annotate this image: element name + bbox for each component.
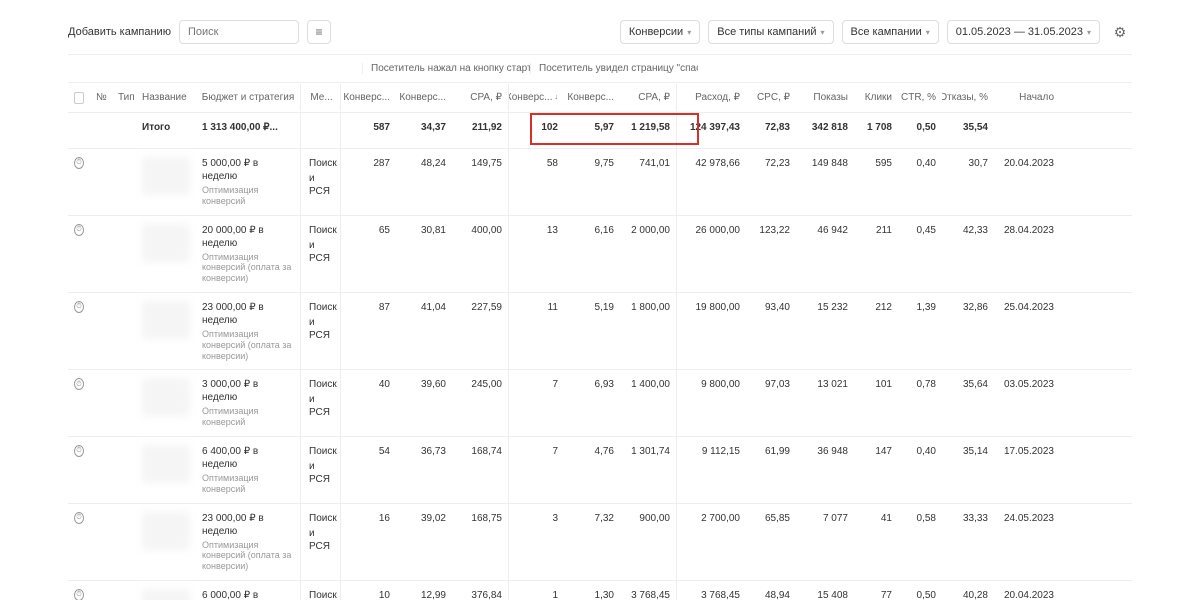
budget-cell: 23 000,00 ₽ в неделюОптимизация конверси… xyxy=(196,293,300,369)
clock-icon: ⏱ xyxy=(74,157,84,169)
table-header-row: № Тип Название Бюджет и стратегия Ме... … xyxy=(68,83,1132,113)
settings-button[interactable]: ⚙ xyxy=(1108,20,1132,44)
table-row[interactable]: ⏱ 6 400,00 ₽ в неделюОптимизация конверси… xyxy=(68,437,1132,504)
group-header-goal1: Посетитель нажал на кнопку стартов... xyxy=(362,63,530,74)
table-row[interactable]: ⏱ 20 000,00 ₽ в неделюОптимизация конверс… xyxy=(68,216,1132,293)
col-start[interactable]: Начало xyxy=(994,84,1062,111)
clock-icon: ⏱ xyxy=(74,445,84,457)
col-budget[interactable]: Бюджет и стратегия xyxy=(196,84,300,111)
col-conv1[interactable]: Конверс... xyxy=(340,84,396,111)
sliders-icon: ≡ xyxy=(315,25,322,39)
places-cell: Поиски РСЯ xyxy=(300,581,340,600)
budget-cell: 5 000,00 ₽ в неделюОптимизация конверсий xyxy=(196,149,300,215)
table-row[interactable]: ⏱ 6 000,00 ₽ в неделюОптимизация конверси… xyxy=(68,581,1132,600)
campaign-name[interactable] xyxy=(136,437,196,503)
col-bounce[interactable]: Отказы, % xyxy=(942,84,994,111)
col-spend[interactable]: Расход, ₽ xyxy=(676,84,746,111)
places-cell: Поиски РСЯ xyxy=(300,293,340,369)
row-status: ⏱ xyxy=(68,293,90,369)
row-status: ⏱ xyxy=(68,216,90,292)
col-cpc[interactable]: CPC, ₽ xyxy=(746,84,796,111)
col-conv2[interactable]: Конверс...↓ xyxy=(508,84,564,111)
col-cpa1[interactable]: CPA, ₽ xyxy=(452,84,508,111)
col-number[interactable]: № xyxy=(90,84,112,111)
campaigns-dropdown[interactable]: Все кампании▾ xyxy=(842,20,939,44)
col-conv2pct[interactable]: Конверс... xyxy=(564,84,620,111)
table-row[interactable]: ⏱ 3 000,00 ₽ в неделюОптимизация конверси… xyxy=(68,370,1132,437)
budget-cell: 6 000,00 ₽ в неделюОптимизация конверсий xyxy=(196,581,300,600)
clock-icon: ⏱ xyxy=(74,378,84,390)
gear-icon: ⚙ xyxy=(1114,24,1127,41)
conversions-dropdown[interactable]: Конверсии▾ xyxy=(620,20,700,44)
campaign-name[interactable] xyxy=(136,581,196,600)
campaign-name[interactable] xyxy=(136,216,196,292)
row-status: ⏱ xyxy=(68,370,90,436)
totals-budget: 1 313 400,00 ₽... xyxy=(196,113,300,148)
select-all-checkbox[interactable] xyxy=(68,84,90,112)
campaign-name[interactable] xyxy=(136,504,196,580)
places-cell: Поиски РСЯ xyxy=(300,149,340,215)
date-range-dropdown[interactable]: 01.05.2023 — 31.05.2023▾ xyxy=(947,20,1100,44)
row-status: ⏱ xyxy=(68,581,90,600)
col-ctr[interactable]: CTR, % xyxy=(898,84,942,111)
totals-row: Итого 1 313 400,00 ₽... 587 34,37 211,92… xyxy=(68,113,1132,149)
chevron-down-icon: ▾ xyxy=(1087,28,1091,37)
group-header-goal2: Посетитель увидел страницу "спасиб... xyxy=(530,63,698,74)
col-places[interactable]: Ме... xyxy=(300,84,340,111)
places-cell: Поиски РСЯ xyxy=(300,504,340,580)
clock-icon: ⏱ xyxy=(74,301,84,313)
campaign-name[interactable] xyxy=(136,370,196,436)
filter-button[interactable]: ≡ xyxy=(307,20,331,44)
clock-icon: ⏱ xyxy=(74,224,84,236)
table-row[interactable]: ⏱ 5 000,00 ₽ в неделюОптимизация конверси… xyxy=(68,149,1132,216)
chevron-down-icon: ▾ xyxy=(687,28,691,37)
col-clicks[interactable]: Клики xyxy=(854,84,898,111)
chevron-down-icon: ▾ xyxy=(926,28,930,37)
clock-icon: ⏱ xyxy=(74,512,84,524)
column-group-headers: Посетитель нажал на кнопку стартов... По… xyxy=(68,55,1132,83)
sort-indicator-icon: ↓ xyxy=(555,94,559,101)
col-cpa2[interactable]: CPA, ₽ xyxy=(620,84,676,111)
places-cell: Поиски РСЯ xyxy=(300,437,340,503)
table-row[interactable]: ⏱ 23 000,00 ₽ в неделюОптимизация конверс… xyxy=(68,293,1132,370)
campaign-name[interactable] xyxy=(136,149,196,215)
budget-cell: 23 000,00 ₽ в неделюОптимизация конверси… xyxy=(196,504,300,580)
toolbar: Добавить кампанию ≡ Конверсии▾ Все типы … xyxy=(68,20,1132,44)
campaigns-table: Посетитель нажал на кнопку стартов... По… xyxy=(68,54,1132,600)
clock-icon: ⏱ xyxy=(74,589,84,600)
table-row[interactable]: ⏱ 23 000,00 ₽ в неделюОптимизация конверс… xyxy=(68,504,1132,581)
row-status: ⏱ xyxy=(68,504,90,580)
campaign-types-dropdown[interactable]: Все типы кампаний▾ xyxy=(708,20,833,44)
col-name[interactable]: Название xyxy=(136,84,196,111)
totals-label: Итого xyxy=(136,113,196,148)
col-impressions[interactable]: Показы xyxy=(796,84,854,111)
places-cell: Поиски РСЯ xyxy=(300,216,340,292)
col-type[interactable]: Тип xyxy=(112,84,136,111)
budget-cell: 3 000,00 ₽ в неделюОптимизация конверсий xyxy=(196,370,300,436)
row-status: ⏱ xyxy=(68,149,90,215)
search-input[interactable] xyxy=(179,20,299,44)
budget-cell: 6 400,00 ₽ в неделюОптимизация конверсий xyxy=(196,437,300,503)
chevron-down-icon: ▾ xyxy=(821,28,825,37)
col-conv1pct[interactable]: Конверс... xyxy=(396,84,452,111)
budget-cell: 20 000,00 ₽ в неделюОптимизация конверси… xyxy=(196,216,300,292)
places-cell: Поиски РСЯ xyxy=(300,370,340,436)
campaign-name[interactable] xyxy=(136,293,196,369)
row-status: ⏱ xyxy=(68,437,90,503)
add-campaign-link[interactable]: Добавить кампанию xyxy=(68,22,171,42)
